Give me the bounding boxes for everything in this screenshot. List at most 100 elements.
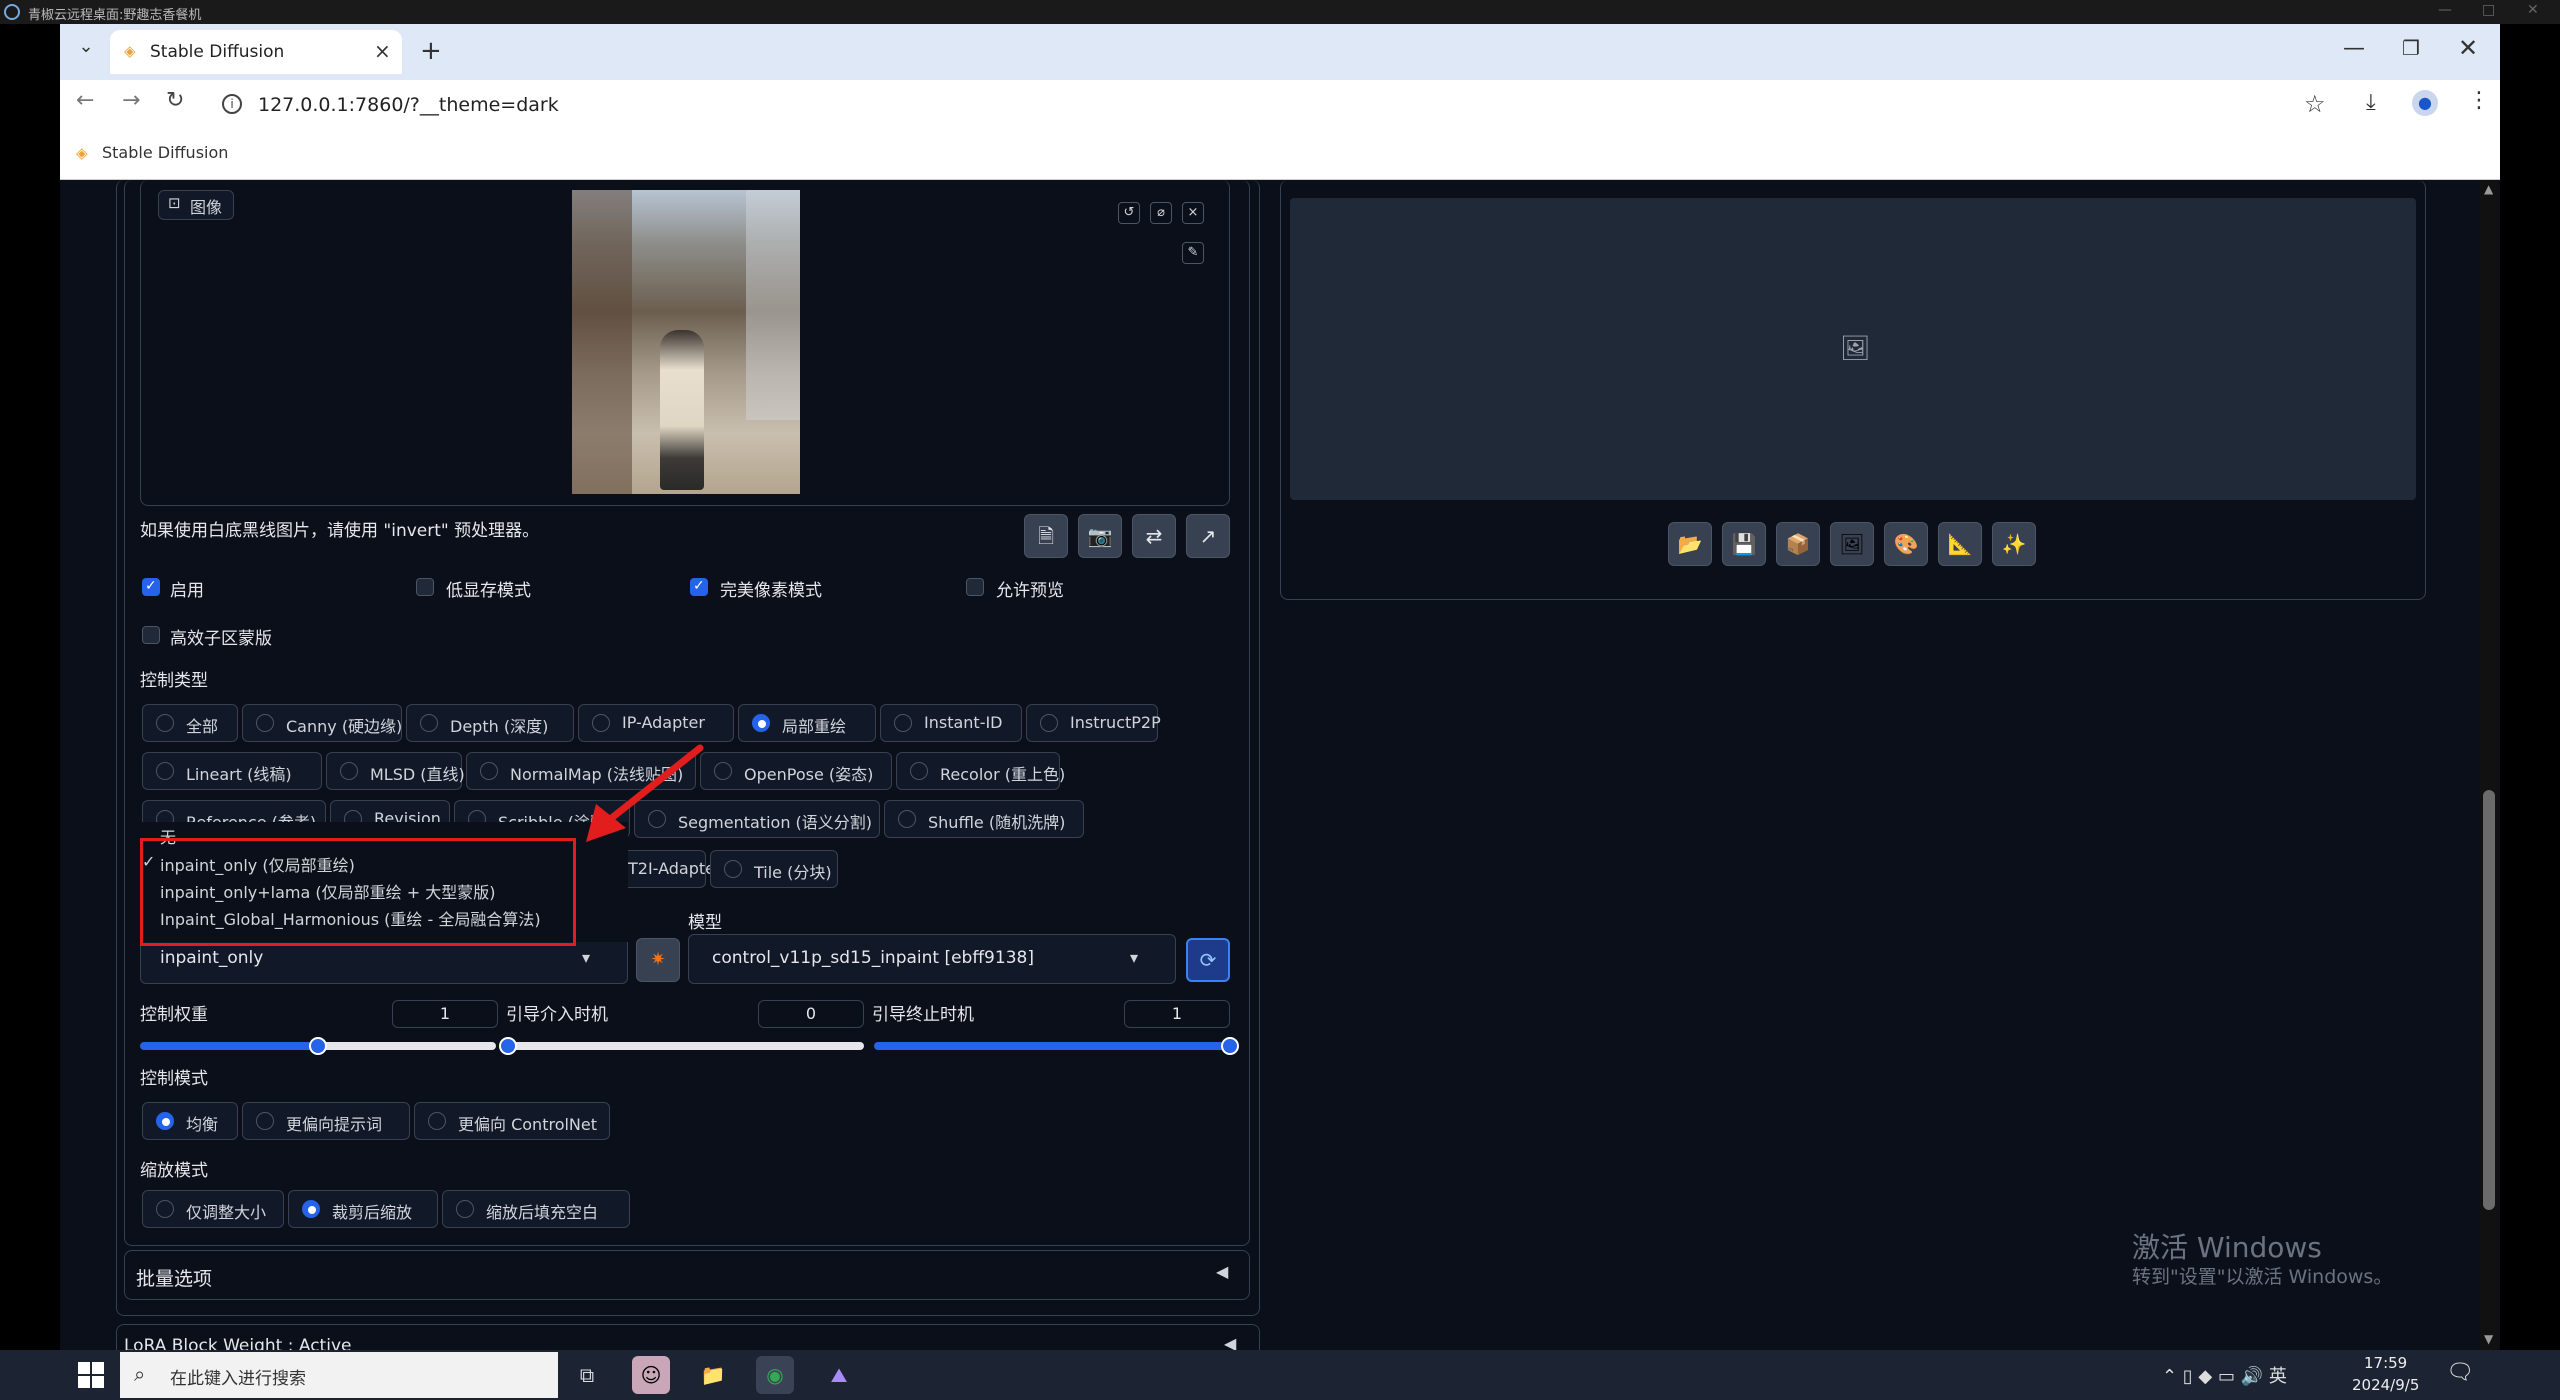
rd-minimize-icon[interactable]: —: [2438, 2, 2452, 18]
magic-icon[interactable]: ✨: [1992, 522, 2036, 566]
window-close-icon[interactable]: ✕: [2458, 34, 2478, 62]
brush-icon[interactable]: ✎: [1182, 242, 1204, 264]
zip-icon[interactable]: 📦: [1776, 522, 1820, 566]
low-vram-checkbox[interactable]: [416, 578, 434, 596]
slider-track[interactable]: [508, 1042, 864, 1050]
control-type-radio[interactable]: [1040, 714, 1058, 732]
guidance-end-input[interactable]: 1: [1124, 1000, 1230, 1028]
kebab-menu-icon[interactable]: ⋮: [2468, 88, 2490, 113]
control-type-radio[interactable]: [724, 860, 742, 878]
scroll-down-icon[interactable]: ▼: [2484, 1332, 2493, 1346]
control-type-label: IP-Adapter: [622, 713, 705, 732]
model-chevron-icon[interactable]: ▾: [1130, 948, 1138, 967]
rd-maximize-icon[interactable]: □: [2482, 2, 2495, 18]
control-type-radio[interactable]: [480, 762, 498, 780]
control-mode-radio[interactable]: [428, 1112, 446, 1130]
url-text[interactable]: 127.0.0.1:7860/?__theme=dark: [258, 94, 559, 116]
send-to-extras-icon[interactable]: 📐: [1938, 522, 1982, 566]
enable-checkbox[interactable]: [142, 578, 160, 596]
control-type-label: Lineart (线稿): [186, 765, 292, 784]
forward-arrow-icon[interactable]: →: [122, 88, 140, 113]
control-type-radio[interactable]: [420, 714, 438, 732]
allow-preview-checkbox[interactable]: [966, 578, 984, 596]
clock-time[interactable]: 17:59: [2364, 1354, 2407, 1372]
run-preprocessor-icon[interactable]: ✷: [636, 938, 680, 982]
send-dimensions-icon[interactable]: ↗: [1186, 514, 1230, 558]
slider-thumb[interactable]: [309, 1037, 327, 1055]
clock-date[interactable]: 2024/9/5: [2352, 1376, 2419, 1394]
window-restore-icon[interactable]: ❐: [2402, 36, 2420, 60]
new-canvas-icon[interactable]: 🗎: [1024, 514, 1068, 558]
bookmark-item[interactable]: Stable Diffusion: [102, 143, 228, 162]
control-type-radio[interactable]: [894, 714, 912, 732]
control-weight-input[interactable]: 1: [392, 1000, 498, 1028]
control-weight-label: 控制权重: [140, 1005, 208, 1025]
clear-image-icon[interactable]: ×: [1182, 202, 1204, 224]
slider-track[interactable]: [318, 1042, 496, 1050]
tab-search-chevron-icon[interactable]: ⌄: [72, 36, 100, 64]
send-to-inpaint-icon[interactable]: 🎨: [1884, 522, 1928, 566]
control-type-radio[interactable]: [156, 714, 174, 732]
chrome-icon[interactable]: ◉: [756, 1356, 794, 1394]
reload-icon[interactable]: ↻: [166, 88, 184, 113]
control-type-label: InstructP2P: [1070, 713, 1161, 732]
resize-mode-radio[interactable]: [302, 1200, 320, 1218]
collapse-arrow-icon[interactable]: ◀: [1216, 1262, 1228, 1281]
pixel-perfect-label: 完美像素模式: [720, 581, 822, 601]
open-folder-icon[interactable]: 📂: [1668, 522, 1712, 566]
download-icon[interactable]: ⤓: [2366, 90, 2376, 115]
guidance-start-input[interactable]: 0: [758, 1000, 864, 1028]
resize-mode-radio[interactable]: [156, 1200, 174, 1218]
webcam-icon[interactable]: 📷: [1078, 514, 1122, 558]
preprocessor-value[interactable]: inpaint_only: [160, 948, 263, 968]
scroll-up-icon[interactable]: ▲: [2484, 182, 2493, 196]
task-view-icon[interactable]: ⧉: [568, 1356, 606, 1394]
tab-title: Stable Diffusion: [150, 42, 285, 62]
control-type-radio[interactable]: [256, 714, 274, 732]
system-tray-icons[interactable]: ⌃ ▯ ◆ ▭ 🔊 英: [2162, 1362, 2287, 1388]
refresh-models-icon[interactable]: ⟳: [1186, 938, 1230, 982]
rd-close-icon[interactable]: ✕: [2527, 2, 2539, 18]
tab-close-icon[interactable]: ×: [374, 39, 391, 63]
guidance-start-label: 引导介入时机: [506, 1005, 608, 1025]
scrollbar-thumb[interactable]: [2483, 790, 2495, 1210]
new-tab-plus-icon[interactable]: +: [420, 36, 442, 66]
site-info-icon[interactable]: i: [222, 94, 242, 114]
windows-start-icon[interactable]: [78, 1362, 104, 1388]
slider-fill: [140, 1042, 318, 1050]
ime-indicator[interactable]: 英: [2269, 1366, 2287, 1387]
file-explorer-icon[interactable]: 📁: [694, 1356, 732, 1394]
slider-thumb[interactable]: [1221, 1037, 1239, 1055]
profile-avatar-icon[interactable]: ●: [2412, 90, 2438, 116]
app-mountain-icon[interactable]: ⛰: [820, 1356, 858, 1394]
control-type-radio[interactable]: [898, 810, 916, 828]
back-arrow-icon[interactable]: ←: [76, 88, 94, 113]
batch-options-accordion[interactable]: [124, 1250, 1250, 1300]
notification-icon[interactable]: 🗨: [2446, 1360, 2474, 1385]
window-minimize-icon[interactable]: —: [2343, 36, 2365, 61]
control-type-radio[interactable]: [340, 762, 358, 780]
swap-icon[interactable]: ⇄: [1132, 514, 1176, 558]
app-avatar-icon[interactable]: ☺: [632, 1356, 670, 1394]
control-type-radio[interactable]: [752, 714, 770, 732]
resize-mode-radio[interactable]: [456, 1200, 474, 1218]
photo-person-figure: [660, 330, 704, 490]
eraser-icon[interactable]: ⌀: [1150, 202, 1172, 224]
control-mode-radio[interactable]: [156, 1112, 174, 1130]
control-mode-radio[interactable]: [256, 1112, 274, 1130]
control-type-radio[interactable]: [592, 714, 610, 732]
control-type-radio[interactable]: [910, 762, 928, 780]
undo-icon[interactable]: ↺: [1118, 202, 1140, 224]
effective-region-mask-checkbox[interactable]: [142, 626, 160, 644]
preprocessor-chevron-icon[interactable]: ▾: [582, 948, 590, 967]
send-to-img2img-icon[interactable]: 🖼: [1830, 522, 1874, 566]
bookmark-star-icon[interactable]: ☆: [2304, 90, 2326, 118]
control-type-radio[interactable]: [714, 762, 732, 780]
slider-thumb[interactable]: [499, 1037, 517, 1055]
resize-mode-label: 仅调整大小: [186, 1203, 267, 1222]
pixel-perfect-checkbox[interactable]: [690, 578, 708, 596]
save-icon[interactable]: 💾: [1722, 522, 1766, 566]
taskbar-search-placeholder[interactable]: 在此键入进行搜索: [170, 1364, 306, 1389]
model-value[interactable]: control_v11p_sd15_inpaint [ebff9138]: [712, 948, 1034, 968]
control-type-radio[interactable]: [156, 762, 174, 780]
